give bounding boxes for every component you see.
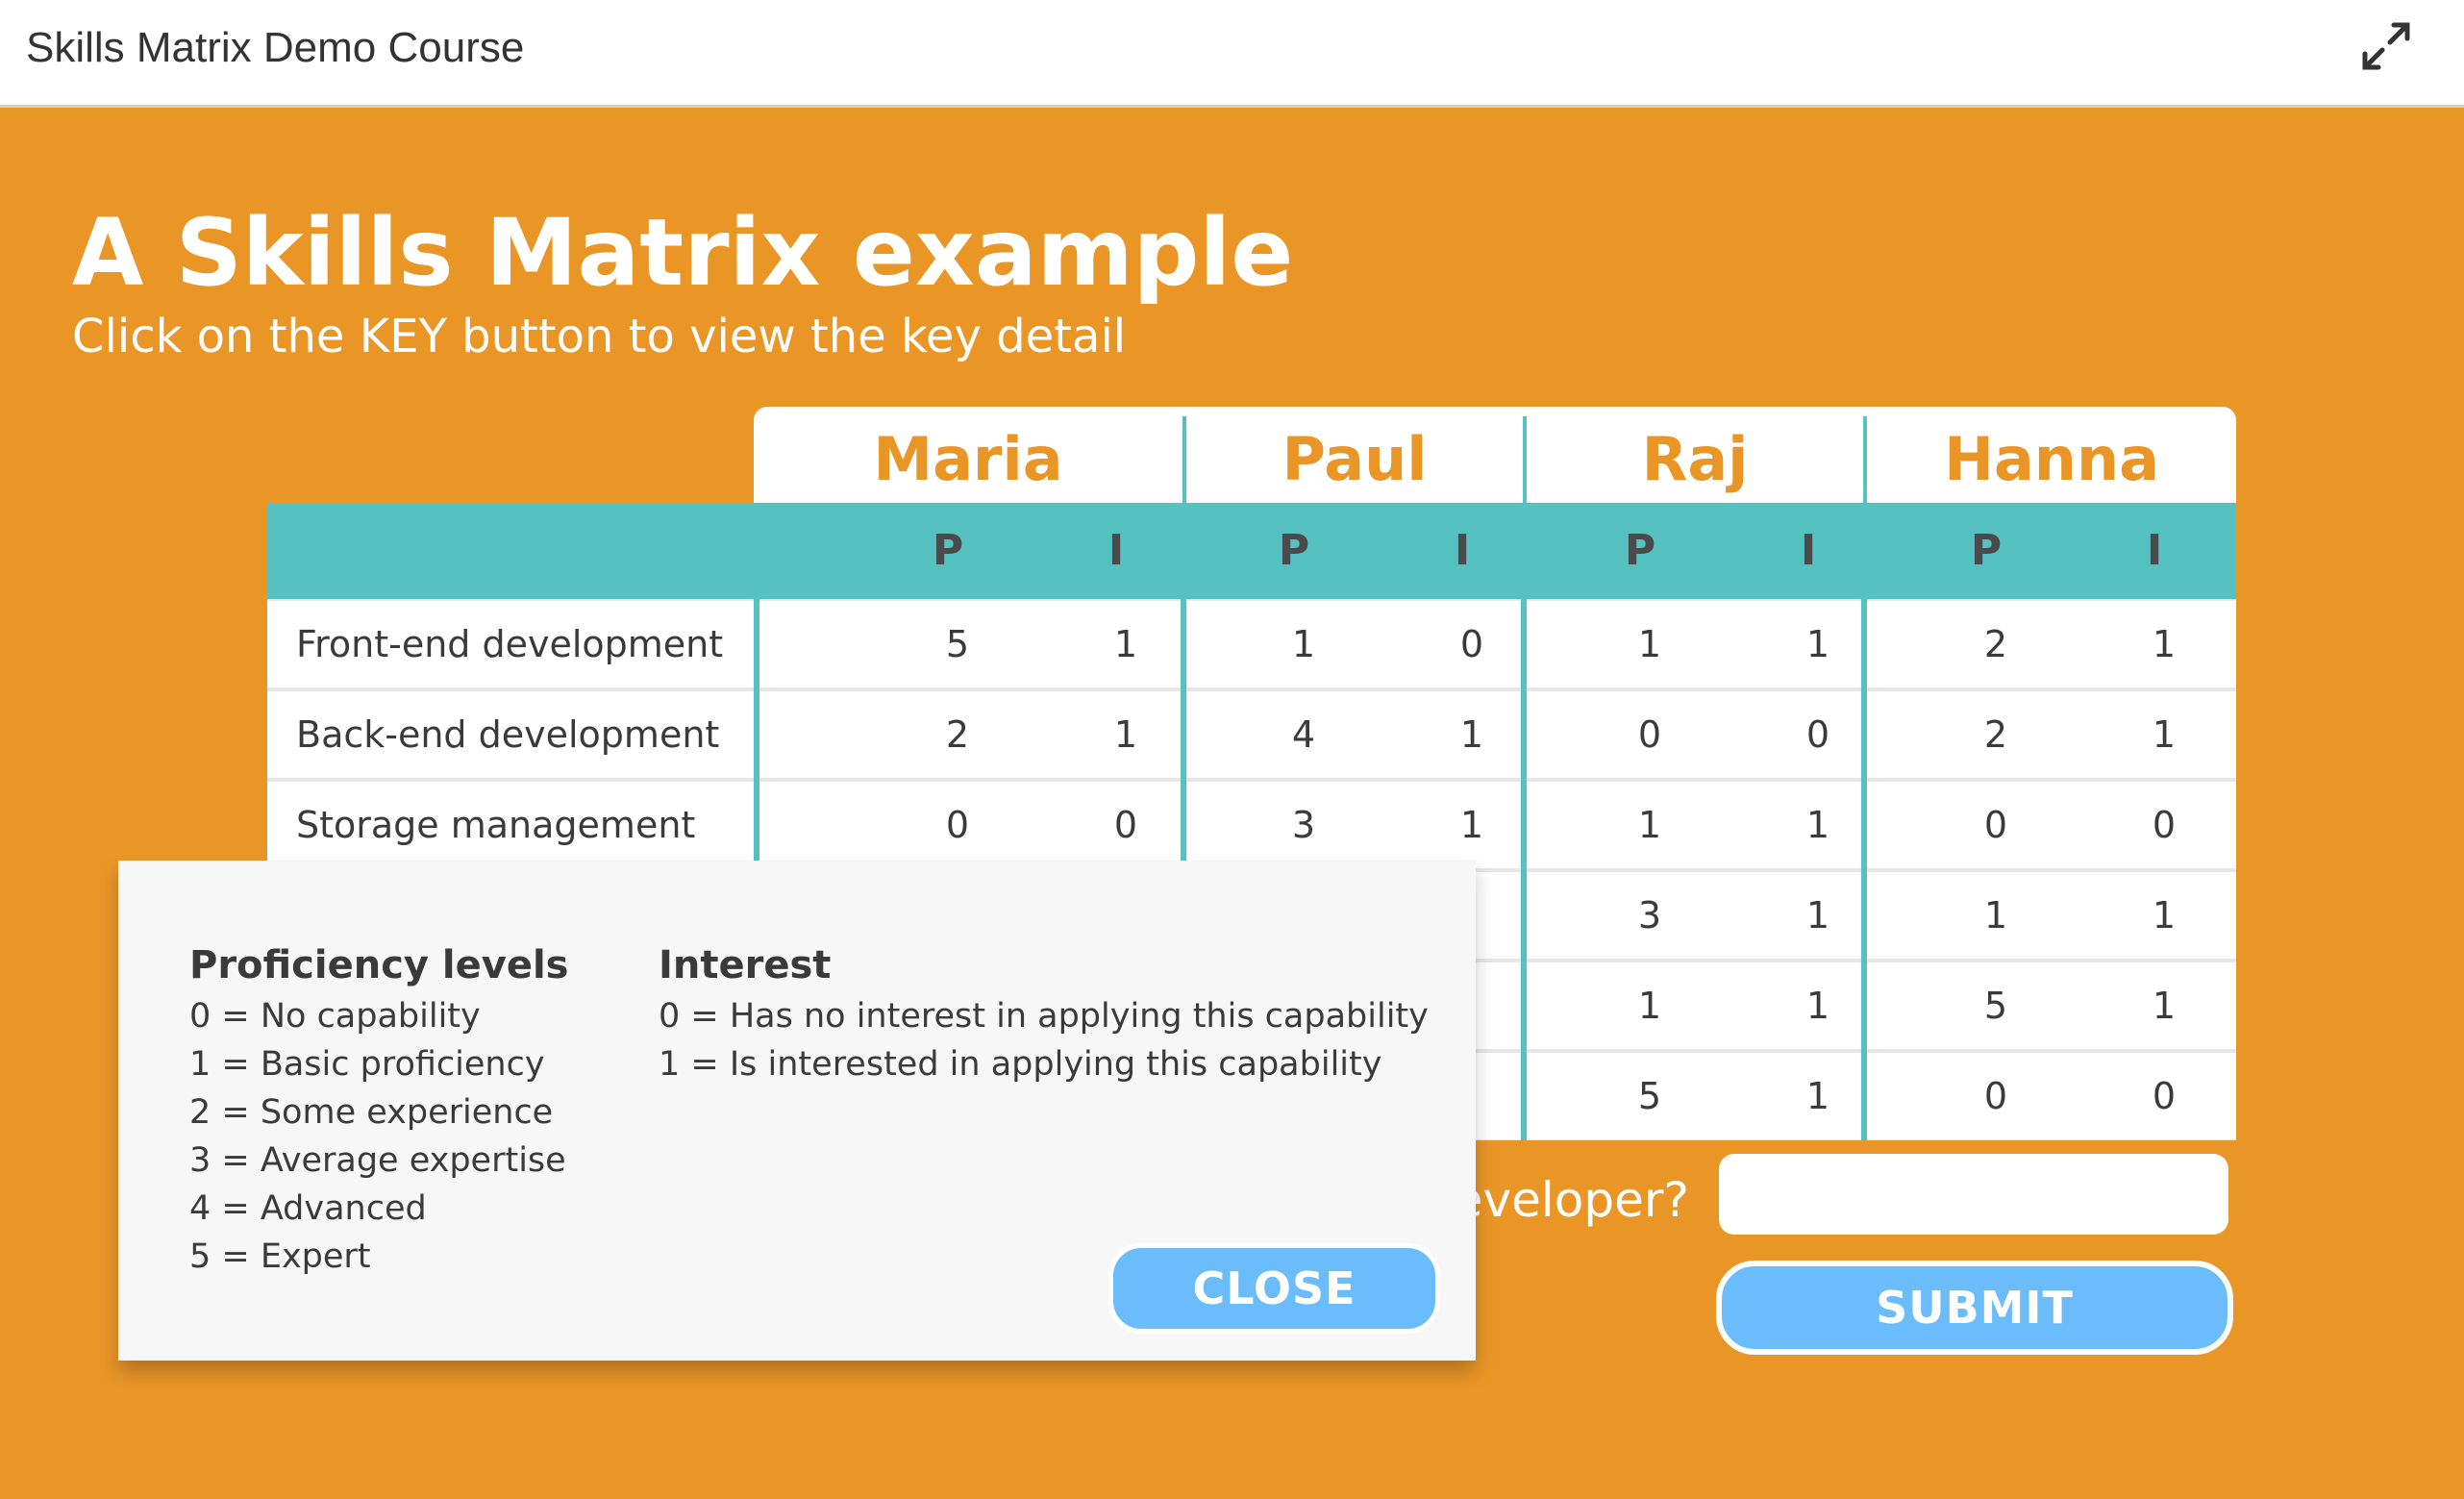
table-cell: 1 xyxy=(1637,623,1662,665)
table-cell: 1 xyxy=(1113,713,1138,756)
proficiency-column-header: P xyxy=(1970,526,2003,575)
interest-title: Interest xyxy=(659,943,832,987)
interest-item: 0 = Has no interest in applying this cap… xyxy=(659,997,1429,1036)
skill-label: Front-end development xyxy=(296,623,724,665)
proficiency-column-header: P xyxy=(1624,526,1656,575)
matrix-names-header: Maria Paul Raj Hanna xyxy=(754,407,2236,512)
table-cell: 0 xyxy=(2152,804,2177,846)
table-cell: 0 xyxy=(1805,713,1830,756)
skill-label: Storage management xyxy=(296,804,696,846)
table-cell: 1 xyxy=(1637,804,1662,846)
table-cell: 1 xyxy=(1459,713,1484,756)
table-cell: 0 xyxy=(1983,804,2008,846)
interest-column-header: I xyxy=(1108,526,1125,575)
table-cell: 2 xyxy=(945,713,970,756)
proficiency-levels-title: Proficiency levels xyxy=(189,943,569,987)
table-cell: 5 xyxy=(1637,1075,1662,1117)
person-name-hanna: Hanna xyxy=(1944,424,2159,494)
key-popup: Proficiency levels 0 = No capability 1 =… xyxy=(118,861,1476,1361)
interest-column-header: I xyxy=(1800,526,1817,575)
person-name-raj: Raj xyxy=(1641,424,1749,494)
table-cell: 4 xyxy=(1291,713,1316,756)
person-name-maria: Maria xyxy=(873,424,1063,494)
slide-canvas: A Skills Matrix example Click on the KEY… xyxy=(0,111,2464,1499)
proficiency-level-item: 3 = Average expertise xyxy=(189,1141,566,1180)
table-row: Front-end development 5 1 1 0 1 1 2 1 xyxy=(267,601,2236,687)
proficiency-level-item: 1 = Basic proficiency xyxy=(189,1045,545,1084)
column-divider xyxy=(1521,599,1527,1140)
table-cell: 0 xyxy=(1459,623,1484,665)
proficiency-level-item: 5 = Expert xyxy=(189,1237,371,1276)
matrix-pi-header: P I P I P I P I xyxy=(267,503,2236,599)
table-cell: 1 xyxy=(1983,894,2008,937)
submit-button[interactable]: SUBMIT xyxy=(1716,1261,2233,1355)
table-cell: 2 xyxy=(1983,713,2008,756)
table-row: Storage management 0 0 3 1 1 1 0 0 xyxy=(267,782,2236,868)
person-name-paul: Paul xyxy=(1282,424,1428,494)
proficiency-column-header: P xyxy=(932,526,964,575)
table-row: Back-end development 2 1 4 1 0 0 2 1 xyxy=(267,691,2236,778)
table-cell: 0 xyxy=(1637,713,1662,756)
proficiency-level-item: 2 = Some experience xyxy=(189,1093,554,1132)
table-cell: 5 xyxy=(945,623,970,665)
table-cell: 1 xyxy=(1113,623,1138,665)
table-cell: 1 xyxy=(2152,985,2177,1027)
table-cell: 1 xyxy=(1459,804,1484,846)
slide-subheading: Click on the KEY button to view the key … xyxy=(72,310,1127,363)
table-cell: 1 xyxy=(2152,894,2177,937)
close-button[interactable]: CLOSE xyxy=(1108,1243,1440,1334)
table-cell: 1 xyxy=(1805,804,1830,846)
interest-item: 1 = Is interested in applying this capab… xyxy=(659,1045,1382,1084)
table-cell: 1 xyxy=(1805,1075,1830,1117)
interest-column-header: I xyxy=(2146,526,2163,575)
table-cell: 0 xyxy=(1983,1075,2008,1117)
interest-column-header: I xyxy=(1454,526,1471,575)
table-cell: 0 xyxy=(2152,1075,2177,1117)
table-cell: 1 xyxy=(1805,985,1830,1027)
top-bar: Skills Matrix Demo Course xyxy=(0,0,2464,108)
table-cell: 0 xyxy=(945,804,970,846)
proficiency-level-item: 0 = No capability xyxy=(189,997,481,1036)
table-cell: 1 xyxy=(2152,713,2177,756)
table-cell: 5 xyxy=(1983,985,2008,1027)
table-cell: 3 xyxy=(1637,894,1662,937)
proficiency-level-item: 4 = Advanced xyxy=(189,1189,427,1228)
course-title: Skills Matrix Demo Course xyxy=(26,24,525,71)
answer-input[interactable] xyxy=(1719,1154,2228,1235)
table-cell: 1 xyxy=(2152,623,2177,665)
column-divider xyxy=(1861,599,1867,1140)
proficiency-column-header: P xyxy=(1278,526,1310,575)
expand-arrows-icon[interactable] xyxy=(2357,17,2415,75)
table-cell: 1 xyxy=(1291,623,1316,665)
table-cell: 0 xyxy=(1113,804,1138,846)
slide-heading: A Skills Matrix example xyxy=(72,199,1294,307)
table-cell: 1 xyxy=(1637,985,1662,1027)
table-cell: 1 xyxy=(1805,623,1830,665)
table-cell: 3 xyxy=(1291,804,1316,846)
table-cell: 2 xyxy=(1983,623,2008,665)
table-cell: 1 xyxy=(1805,894,1830,937)
skill-label: Back-end development xyxy=(296,713,720,756)
